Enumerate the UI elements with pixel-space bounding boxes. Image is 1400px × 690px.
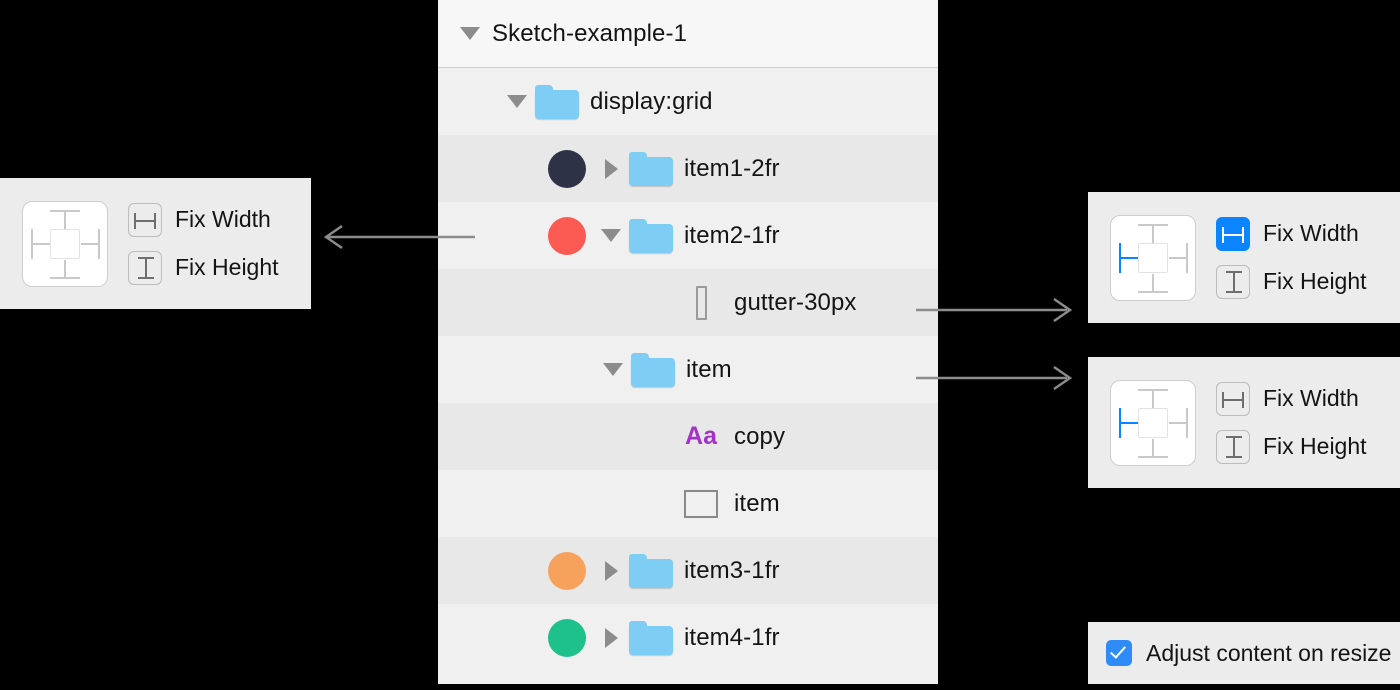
constraint-center-box (1138, 242, 1168, 273)
fix-height-button[interactable] (1216, 264, 1250, 299)
triangle-down-icon[interactable] (460, 27, 480, 40)
fix-width-button[interactable] (128, 202, 162, 237)
table-row[interactable]: item (438, 470, 938, 537)
arrow-to-right-panel-1 (916, 298, 1073, 322)
pin-bottom-icon[interactable] (1138, 273, 1168, 293)
arrow-to-right-panel-2 (916, 366, 1073, 390)
pin-top-icon[interactable] (50, 209, 80, 230)
triangle-right-icon[interactable] (604, 158, 618, 179)
triangle-right-icon[interactable] (604, 627, 618, 648)
triangle-down-icon[interactable] (601, 229, 621, 242)
layer-list-header[interactable]: Sketch-example-1 (438, 0, 938, 68)
disclosure-slot[interactable] (594, 627, 628, 648)
constraint-center-box (50, 228, 80, 259)
constraint-center-box (1138, 407, 1168, 438)
layer-list-title: Sketch-example-1 (492, 19, 688, 47)
layer-name-label: item3-1fr (684, 556, 780, 584)
fix-height-label: Fix Height (1263, 268, 1367, 294)
resize-inspector-panel-right-2[interactable]: Fix Width Fix Height (1088, 357, 1400, 488)
disclosure-slot[interactable] (594, 560, 628, 581)
pin-left-icon[interactable] (1119, 407, 1139, 438)
table-row[interactable]: gutter-30px (438, 269, 938, 336)
resize-constraint-widget[interactable] (1110, 379, 1196, 466)
table-row[interactable]: item2-1fr (438, 202, 938, 269)
pin-right-icon[interactable] (80, 228, 100, 259)
fix-height-row[interactable]: Fix Height (1216, 429, 1367, 464)
layer-color-dot[interactable] (548, 618, 586, 657)
layer-color-dot[interactable] (548, 216, 586, 255)
layer-name-label: item4-1fr (684, 623, 780, 651)
pin-left-icon[interactable] (31, 228, 51, 259)
adjust-content-checkbox[interactable] (1106, 640, 1132, 666)
adjust-content-panel[interactable]: Adjust content on resize (1088, 622, 1400, 684)
arrow-to-left-panel (323, 225, 475, 249)
rectangle-shape-icon (678, 489, 724, 518)
layer-name-label: gutter-30px (734, 288, 857, 316)
triangle-right-icon[interactable] (604, 560, 618, 581)
pin-right-icon[interactable] (1168, 407, 1188, 438)
fix-height-label: Fix Height (1263, 433, 1367, 459)
fix-width-label: Fix Width (1263, 385, 1359, 411)
layer-name-label: copy (734, 422, 786, 450)
fix-options-group: Fix Width Fix Height (1216, 381, 1367, 464)
folder-icon (628, 620, 674, 655)
table-row[interactable]: item1-2fr (438, 135, 938, 202)
table-row[interactable]: display:grid (438, 68, 938, 135)
disclosure-slot[interactable] (596, 363, 630, 376)
layer-name-label: item (734, 489, 780, 517)
fix-height-label: Fix Height (175, 254, 279, 280)
fix-width-row[interactable]: Fix Width (1216, 216, 1367, 251)
pin-top-icon[interactable] (1138, 388, 1168, 409)
folder-icon (628, 218, 674, 253)
disclosure-slot[interactable] (500, 95, 534, 108)
fix-height-row[interactable]: Fix Height (1216, 264, 1367, 299)
checkmark-icon (1110, 642, 1126, 659)
resize-constraint-widget[interactable] (22, 200, 108, 287)
fix-options-group: Fix Width Fix Height (128, 202, 279, 285)
fix-height-button[interactable] (1216, 429, 1250, 464)
table-row[interactable]: item4-1fr (438, 604, 938, 671)
resize-inspector-panel-right-1[interactable]: Fix Width Fix Height (1088, 192, 1400, 323)
pin-left-icon[interactable] (1119, 242, 1139, 273)
fix-options-group: Fix Width Fix Height (1216, 216, 1367, 299)
layer-name-label: item1-2fr (684, 154, 780, 182)
fix-width-label: Fix Width (1263, 220, 1359, 246)
layer-color-dot[interactable] (548, 551, 586, 590)
fix-height-button[interactable] (128, 250, 162, 285)
fix-width-label: Fix Width (175, 206, 271, 232)
folder-icon (630, 352, 676, 387)
triangle-down-icon[interactable] (603, 363, 623, 376)
pin-bottom-icon[interactable] (1138, 438, 1168, 458)
fix-height-row[interactable]: Fix Height (128, 250, 279, 285)
fix-width-row[interactable]: Fix Width (1216, 381, 1367, 416)
gutter-bar-icon (678, 285, 724, 320)
text-aa-icon: Aa (685, 422, 717, 450)
disclosure-slot[interactable] (594, 229, 628, 242)
pin-bottom-icon[interactable] (50, 259, 80, 279)
layer-rows-container: display:grid item1-2fr item2-1fr gutter-30p… (438, 68, 938, 671)
table-row[interactable]: Aa copy (438, 403, 938, 470)
layer-name-label: item2-1fr (684, 221, 780, 249)
folder-icon (628, 553, 674, 588)
resize-constraint-widget[interactable] (1110, 214, 1196, 301)
disclosure-slot[interactable] (594, 158, 628, 179)
fix-width-button[interactable] (1216, 216, 1250, 251)
triangle-down-icon[interactable] (507, 95, 527, 108)
table-row[interactable]: item (438, 336, 938, 403)
table-row[interactable]: item3-1fr (438, 537, 938, 604)
resize-inspector-panel-left[interactable]: Fix Width Fix Height (0, 178, 311, 309)
fix-width-row[interactable]: Fix Width (128, 202, 279, 237)
layer-list-panel[interactable]: Sketch-example-1 display:grid item1-2fr it… (438, 0, 938, 684)
folder-icon (534, 84, 580, 119)
pin-right-icon[interactable] (1168, 242, 1188, 273)
layer-color-dot[interactable] (548, 149, 586, 188)
adjust-content-label: Adjust content on resize (1146, 639, 1392, 666)
folder-icon (628, 151, 674, 186)
pin-top-icon[interactable] (1138, 223, 1168, 244)
fix-width-button[interactable] (1216, 381, 1250, 416)
layer-name-label: display:grid (590, 87, 713, 115)
layer-name-label: item (686, 355, 732, 383)
